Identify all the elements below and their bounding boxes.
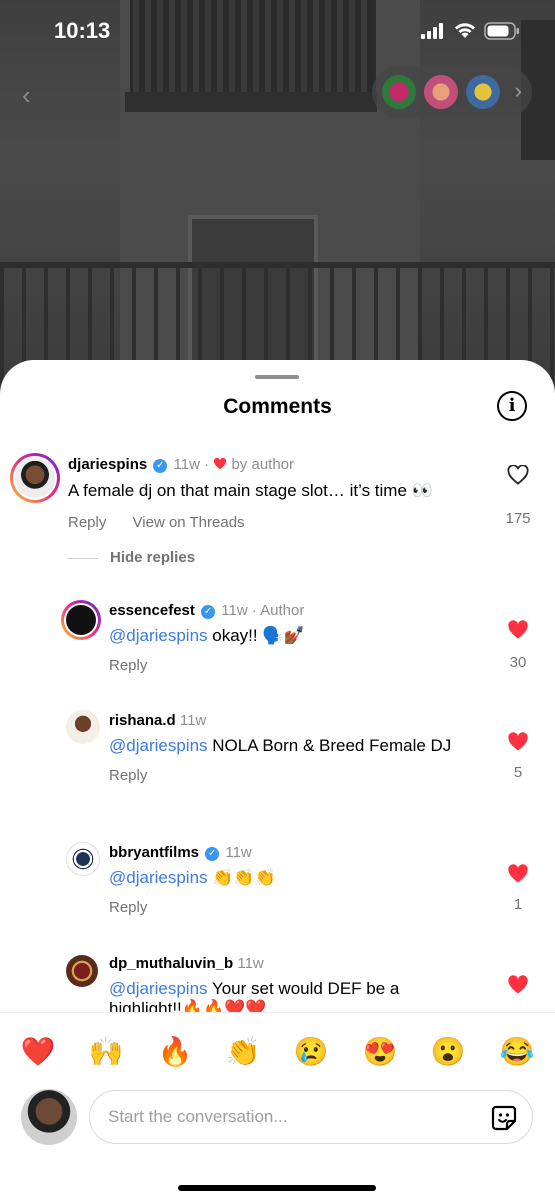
comment-username[interactable]: djariespins [68, 456, 147, 473]
reply-age: 11w [179, 712, 207, 729]
mention-link[interactable]: @djariespins [109, 736, 208, 755]
heart-icon[interactable] [507, 620, 529, 640]
reply-meta: dp_muthaluvin_b 11w [109, 955, 264, 972]
avatar[interactable] [61, 600, 101, 640]
current-user-avatar [21, 1089, 77, 1145]
reply-actions: Reply [109, 657, 169, 674]
heart-icon[interactable] [507, 465, 529, 485]
author-heart-icon [214, 457, 227, 470]
reply-actions: Reply [109, 767, 169, 784]
heart-icon[interactable] [507, 864, 529, 884]
emoji-raised-hands[interactable]: 🙌 [86, 1035, 126, 1068]
reply-username[interactable]: rishana.d [109, 712, 176, 729]
reply-body: NOLA Born & Breed Female DJ [207, 736, 452, 755]
reply-age: 11w [225, 844, 252, 861]
reply-meta: rishana.d 11w [109, 712, 206, 729]
info-icon[interactable]: i [497, 391, 527, 421]
reply-actions: Reply [109, 899, 169, 916]
wifi-icon [455, 23, 475, 38]
reply-button[interactable]: Reply [109, 657, 147, 674]
emoji-laughing[interactable]: 😂 [497, 1035, 537, 1068]
reply-text: @djariespins okay!! 🗣️💅🏾 [109, 626, 305, 646]
comment-meta: djariespins ✓ 11w · by author [68, 456, 294, 473]
emoji-fire[interactable]: 🔥 [155, 1035, 195, 1068]
hide-replies-button[interactable]: Hide replies [68, 549, 195, 566]
emoji-reaction-bar: ❤️ 🙌 🔥 👏 😢 😍 😮 😂 [0, 1012, 555, 1088]
reply-age: 11w [237, 955, 264, 972]
reply-body: okay!! 🗣️💅🏾 [207, 626, 305, 645]
reply-username[interactable]: dp_muthaluvin_b [109, 955, 233, 972]
comment-input[interactable] [106, 1106, 470, 1128]
battery-icon [484, 22, 519, 40]
sheet-drag-handle[interactable] [255, 375, 299, 379]
previous-chevron-icon[interactable]: ‹ [22, 80, 31, 111]
heart-icon[interactable] [507, 975, 529, 995]
comment-composer [0, 1087, 555, 1200]
like-count: 30 [509, 654, 527, 671]
comment-age: 11w [173, 456, 200, 473]
reply-age: 11w [221, 602, 248, 619]
like-count: 175 [505, 510, 531, 527]
home-indicator [178, 1185, 376, 1191]
story-avatars-pill[interactable]: › [372, 67, 532, 117]
reply-meta: bbryantfilms ✓ 11w [109, 844, 252, 861]
like-count: 5 [513, 764, 523, 781]
mention-link[interactable]: @djariespins [109, 868, 208, 887]
emoji-heart[interactable]: ❤️ [18, 1035, 58, 1068]
comment-input-field[interactable] [89, 1090, 533, 1144]
avatar[interactable] [66, 842, 100, 876]
verified-badge-icon: ✓ [153, 459, 168, 473]
like-count: 1 [513, 896, 523, 913]
status-bar: 10:13 [0, 0, 555, 62]
avatar[interactable] [66, 710, 100, 744]
emoji-crying[interactable]: 😢 [291, 1035, 331, 1068]
avatar[interactable] [66, 955, 98, 987]
emoji-heart-eyes[interactable]: 😍 [360, 1035, 400, 1068]
story-avatar [424, 75, 458, 109]
sticker-icon[interactable] [490, 1104, 518, 1132]
balcony-ledge [125, 92, 377, 112]
reply-body: Your set would DEF be a [207, 979, 400, 998]
reply-button[interactable]: Reply [109, 767, 147, 784]
reply-button[interactable]: Reply [109, 899, 147, 916]
reply-username[interactable]: essencefest [109, 602, 195, 619]
mention-link[interactable]: @djariespins [109, 626, 208, 645]
reply-text-line2: highlight!!🔥🔥❤️❤️ [109, 999, 267, 1012]
reply-text: @djariespins NOLA Born & Breed Female DJ [109, 736, 451, 756]
mention-link[interactable]: @djariespins [109, 979, 208, 998]
reply-text: @djariespins Your set would DEF be a [109, 979, 399, 999]
sheet-title: Comments [223, 395, 332, 418]
chevron-right-icon: › [514, 78, 522, 103]
emoji-clap[interactable]: 👏 [223, 1035, 263, 1068]
reply: dp_muthaluvin_b 11w @djariespins Your se… [0, 953, 555, 1012]
view-on-threads-link[interactable]: View on Threads [133, 514, 245, 531]
reply-button[interactable]: Reply [68, 514, 106, 531]
story-avatar [382, 75, 416, 109]
reply-username[interactable]: bbryantfilms [109, 844, 199, 861]
dot-separator: · [251, 602, 257, 619]
story-avatar [466, 75, 500, 109]
reply-meta: essencefest ✓ 11w · Author [109, 602, 304, 619]
author-tag: Author [260, 602, 305, 619]
dot-separator: · [204, 456, 210, 473]
status-time: 10:13 [54, 18, 111, 43]
comment-text: A female dj on that main stage slot… it’… [68, 481, 433, 500]
comment-actions: Reply View on Threads [68, 514, 267, 531]
verified-badge-icon: ✓ [205, 847, 220, 861]
reply-text: @djariespins 👏👏👏 [109, 868, 276, 888]
author-like-label: by author [231, 456, 295, 473]
emoji-surprised[interactable]: 😮 [428, 1035, 468, 1068]
verified-badge-icon: ✓ [201, 605, 216, 619]
heart-icon[interactable] [507, 732, 529, 752]
reply-body: 👏👏👏 [207, 868, 276, 887]
avatar[interactable] [10, 453, 60, 503]
cellular-signal-icon [421, 23, 443, 39]
